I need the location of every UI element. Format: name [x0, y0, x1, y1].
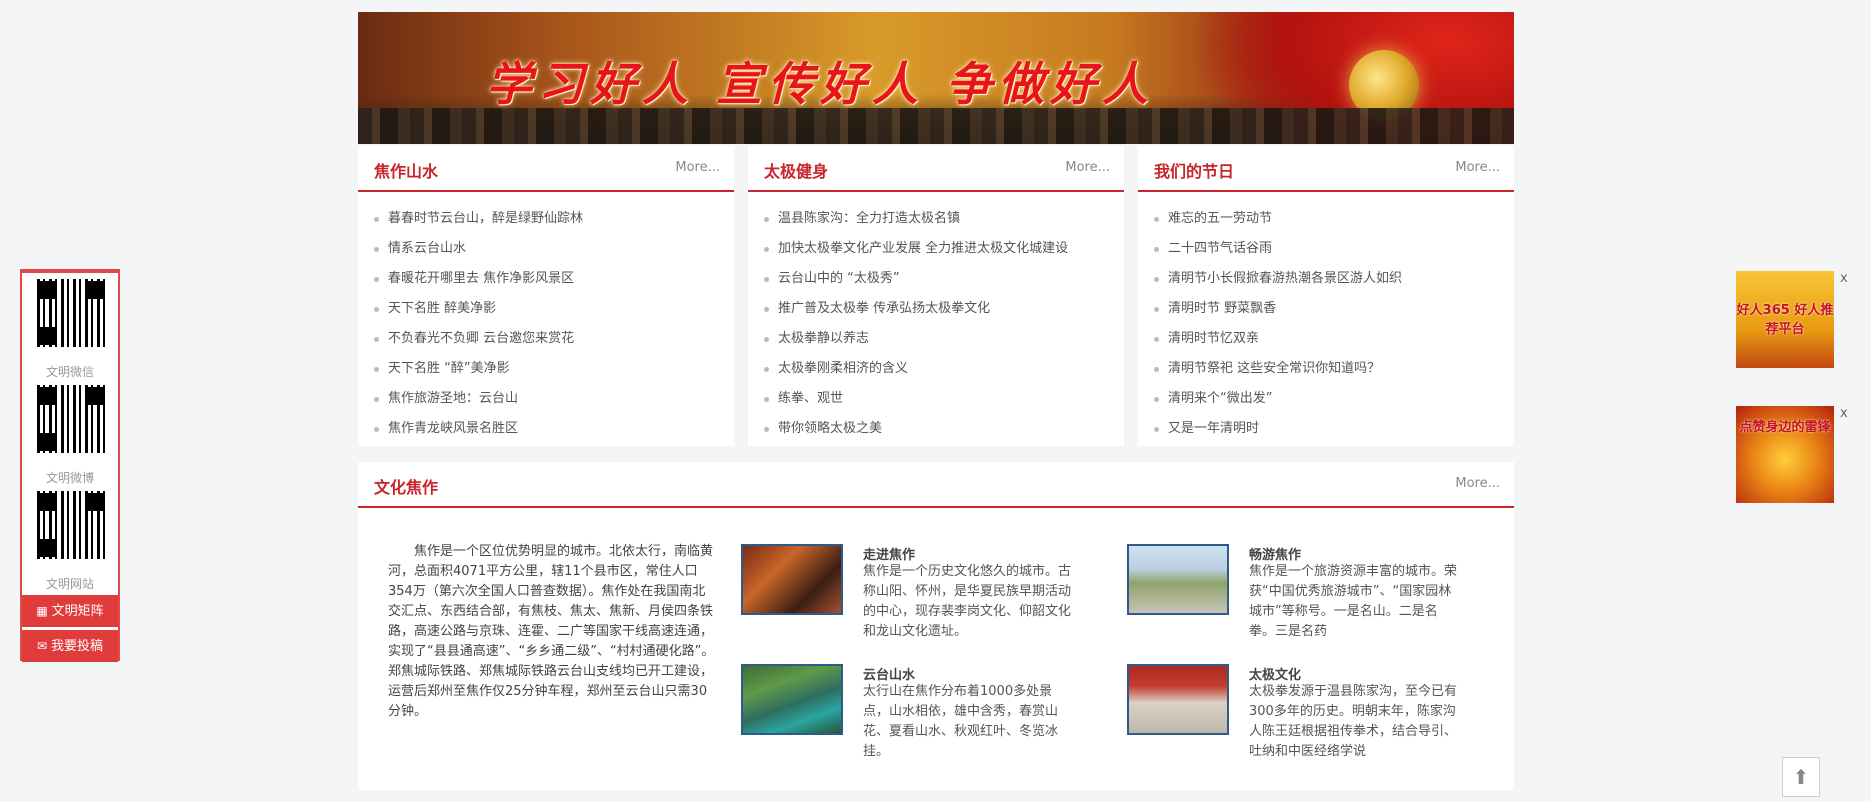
feature-description: 焦作是一个历史文化悠久的城市。古称山阳、怀州，是华夏民族早期活动的中心，现存裴李…: [863, 564, 1072, 639]
news-item[interactable]: 云台山中的 “太极秀”: [764, 264, 1068, 294]
news-item[interactable]: 温县陈家沟：全力打造太极名镇: [764, 204, 1068, 234]
left-floating-bar: 文明微信 文明微博 文明网站 ▦ 文明矩阵 ✉ 我要投稿: [20, 269, 120, 662]
news-item[interactable]: 加快太极拳文化产业发展 全力推进太极文化城建设: [764, 234, 1068, 264]
feature-title[interactable]: 走进焦作: [863, 544, 915, 563]
news-item[interactable]: 清明节小长假掀春游热潮各景区游人如织: [1154, 264, 1402, 294]
news-item[interactable]: 不负春光不负卿 云台邀您来赏花: [374, 324, 583, 354]
news-item[interactable]: 焦作青龙峡风景名胜区: [374, 414, 583, 444]
feature-card[interactable]: 畅游焦作 焦作是一个旅游资源丰富的城市。荣获“中国优秀旅游城市”、“国家园林城市…: [1127, 544, 1487, 654]
good-people-ad-banner[interactable]: 好人365 好人推荐平台: [1736, 271, 1834, 368]
ad-text: 点赞身边的雷锋: [1739, 420, 1831, 435]
qr-code-icon: [37, 279, 105, 347]
section-taiji-fitness: 太极健身 More... 温县陈家沟：全力打造太极名镇 加快太极拳文化产业发展 …: [748, 146, 1124, 446]
news-item[interactable]: 清明时节 野菜飘香: [1154, 294, 1402, 324]
culture-intro-text: 焦作是一个区位优势明显的城市。北依太行，南临黄河，总面积4071平方公里，辖11…: [388, 544, 715, 719]
news-list: 难忘的五一劳动节 二十四节气话谷雨 清明节小长假掀春游热潮各景区游人如织 清明时…: [1154, 204, 1402, 444]
news-list: 暮春时节云台山，醉是绿野仙踪林 情系云台山水 春暖花开哪里去 焦作净影风景区 天…: [374, 204, 583, 444]
feature-title[interactable]: 云台山水: [863, 664, 915, 683]
feature-title[interactable]: 太极文化: [1249, 664, 1301, 683]
section-title: 太极健身: [764, 162, 829, 181]
section-jiaozuo-landscape: 焦作山水 More... 暮春时节云台山，醉是绿野仙踪林 情系云台山水 春暖花开…: [358, 146, 734, 446]
qr-code-icon: [37, 491, 105, 559]
qr-label: 文明微信: [45, 365, 94, 379]
submit-article-button[interactable]: ✉ 我要投稿: [22, 629, 118, 662]
section-culture-jiaozuo: 文化焦作 More... 焦作是一个区位优势明显的城市。北依太行，南临黄河，总面…: [358, 462, 1514, 790]
leifeng-ad-banner[interactable]: 点赞身边的雷锋: [1736, 406, 1834, 503]
feature-description: 太行山在焦作分布着1000多处景点，山水相依，雄中含秀，春赏山花、夏看山水、秋观…: [863, 684, 1059, 759]
news-item[interactable]: 情系云台山水: [374, 234, 583, 264]
feature-card[interactable]: 云台山水 太行山在焦作分布着1000多处景点，山水相依，雄中含秀，春赏山花、夏看…: [741, 664, 1101, 774]
button-label: 我要投稿: [51, 639, 104, 654]
section-our-festivals: 我们的节日 More... 难忘的五一劳动节 二十四节气话谷雨 清明节小长假掀春…: [1138, 146, 1514, 446]
banner-slogan: 学习好人 宣传好人 争做好人: [486, 57, 1155, 111]
feature-thumbnail[interactable]: [741, 544, 843, 615]
news-item[interactable]: 暮春时节云台山，醉是绿野仙踪林: [374, 204, 583, 234]
news-item[interactable]: 练拳、观世: [764, 384, 1068, 414]
back-to-top-button[interactable]: ⬆: [1782, 757, 1820, 797]
section-title: 焦作山水: [374, 162, 439, 181]
more-link[interactable]: More...: [1455, 160, 1500, 175]
news-item[interactable]: 清明来个“微出发”: [1154, 384, 1402, 414]
arrow-up-icon: ⬆: [1792, 765, 1810, 789]
message-icon: ✉: [36, 639, 48, 653]
feature-card[interactable]: 走进焦作 焦作是一个历史文化悠久的城市。古称山阳、怀州，是华夏民族早期活动的中心…: [741, 544, 1101, 654]
section-title: 我们的节日: [1154, 162, 1235, 181]
news-item[interactable]: 天下名胜 “醉”美净影: [374, 354, 583, 384]
news-item[interactable]: 太极拳刚柔相济的含义: [764, 354, 1068, 384]
section-header: 太极健身 More...: [748, 146, 1124, 192]
news-item[interactable]: 春暖花开哪里去 焦作净影风景区: [374, 264, 583, 294]
feature-thumbnail[interactable]: [1127, 544, 1229, 615]
button-label: 文明矩阵: [51, 604, 104, 619]
qr-label: 文明网站: [45, 577, 94, 591]
news-list: 温县陈家沟：全力打造太极名镇 加快太极拳文化产业发展 全力推进太极文化城建设 云…: [764, 204, 1068, 444]
feature-description: 太极拳发源于温县陈家沟，至今已有300多年的历史。明朝末年，陈家沟人陈王廷根据祖…: [1249, 684, 1458, 759]
civility-matrix-button[interactable]: ▦ 文明矩阵: [22, 595, 118, 627]
news-item[interactable]: 天下名胜 醉美净影: [374, 294, 583, 324]
qr-label: 文明微博: [45, 471, 94, 485]
section-header: 文化焦作 More...: [358, 462, 1514, 508]
feature-thumbnail[interactable]: [1127, 664, 1229, 735]
header-banner: 学习好人 宣传好人 争做好人: [358, 12, 1514, 144]
grid-icon: ▦: [36, 604, 48, 618]
news-item[interactable]: 带你领略太极之美: [764, 414, 1068, 444]
news-item[interactable]: 难忘的五一劳动节: [1154, 204, 1402, 234]
news-item[interactable]: 清明时节忆双亲: [1154, 324, 1402, 354]
feature-description: 焦作是一个旅游资源丰富的城市。荣获“中国优秀旅游城市”、“国家园林城市”等称号。…: [1249, 564, 1458, 639]
close-icon[interactable]: x: [1840, 406, 1848, 421]
feature-card[interactable]: 太极文化 太极拳发源于温县陈家沟，至今已有300多年的历史。明朝末年，陈家沟人陈…: [1127, 664, 1487, 774]
more-link[interactable]: More...: [1455, 476, 1500, 491]
more-link[interactable]: More...: [675, 160, 720, 175]
section-header: 焦作山水 More...: [358, 146, 734, 192]
news-item[interactable]: 推广普及太极拳 传承弘扬太极拳文化: [764, 294, 1068, 324]
news-item[interactable]: 清明节祭祀 这些安全常识你知道吗？: [1154, 354, 1402, 384]
section-header: 我们的节日 More...: [1138, 146, 1514, 192]
ad-text: 好人365 好人推荐平台: [1736, 303, 1834, 337]
news-item[interactable]: 太极拳静以养志: [764, 324, 1068, 354]
section-title: 文化焦作: [374, 478, 439, 497]
feature-thumbnail[interactable]: [741, 664, 843, 735]
news-item[interactable]: 焦作旅游圣地：云台山: [374, 384, 583, 414]
more-link[interactable]: More...: [1065, 160, 1110, 175]
news-item[interactable]: 又是一年清明时: [1154, 414, 1402, 444]
qr-code-icon: [37, 385, 105, 453]
news-item[interactable]: 二十四节气话谷雨: [1154, 234, 1402, 264]
feature-title[interactable]: 畅游焦作: [1249, 544, 1301, 563]
close-icon[interactable]: x: [1840, 271, 1848, 286]
